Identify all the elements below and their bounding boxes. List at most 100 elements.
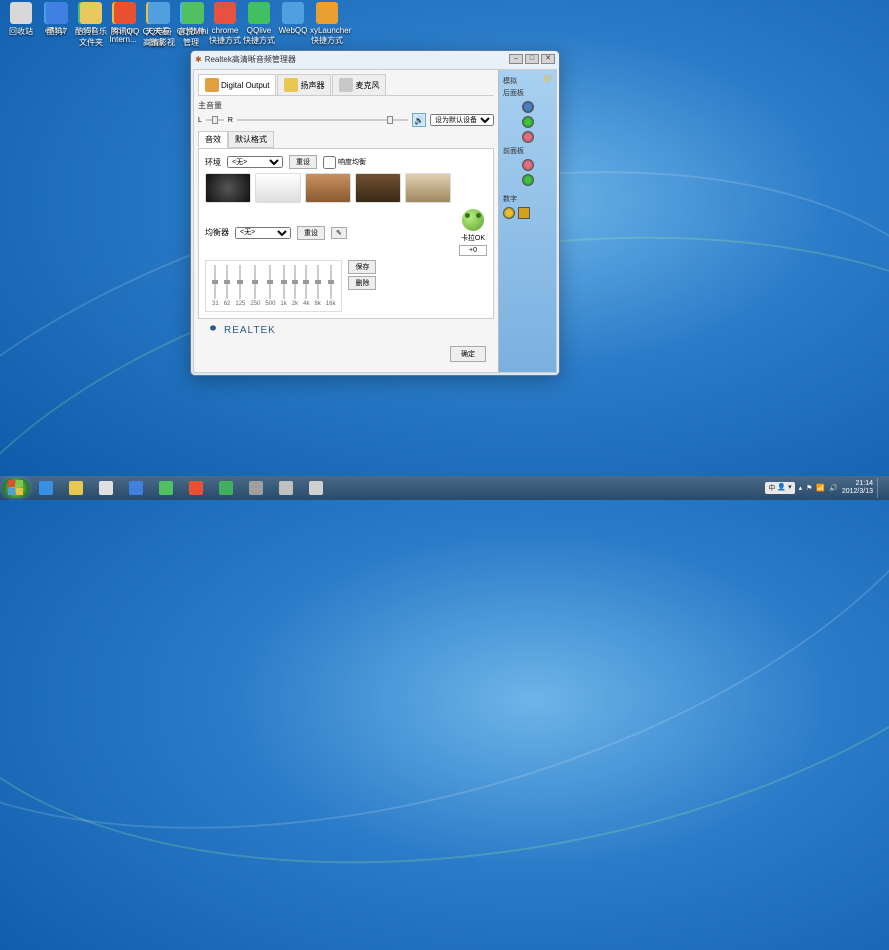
desktop-icon[interactable]: 腾讯QQ xyxy=(108,2,142,37)
minimize-button[interactable]: ‒ xyxy=(509,54,523,64)
equalizer-bands: 31621252505001k2k4k8k16k xyxy=(205,260,342,312)
eq-band-slider[interactable] xyxy=(283,265,285,299)
eq-band-slider[interactable] xyxy=(254,265,256,299)
taskbar-pin[interactable] xyxy=(272,478,300,498)
optical-jack[interactable] xyxy=(518,207,530,219)
subtab-default-format[interactable]: 默认格式 xyxy=(228,131,274,148)
karaoke-section: 卡拉OK +0 xyxy=(459,209,487,256)
eq-band-label: 125 xyxy=(235,301,245,307)
environment-preset[interactable] xyxy=(305,173,351,203)
tab-icon xyxy=(339,78,353,92)
equalizer-select[interactable]: <无> xyxy=(235,227,291,239)
karaoke-icon xyxy=(462,209,484,231)
default-device-select[interactable]: 设为默认设备 xyxy=(430,114,494,126)
desktop-icon[interactable]: QQlive 快捷方式 xyxy=(242,2,276,46)
taskbar-pin[interactable] xyxy=(92,478,120,498)
show-desktop-button[interactable] xyxy=(877,478,883,498)
desktop-icon[interactable]: WebQQ xyxy=(276,2,310,35)
eq-band-label: 4k xyxy=(303,301,309,307)
equalizer-reset-button[interactable]: 重设 xyxy=(297,226,325,240)
desktop-icon[interactable]: 酷狗7 xyxy=(40,2,74,37)
brand: REALTEK xyxy=(198,319,494,341)
eq-band-label: 250 xyxy=(250,301,260,307)
audio-jack[interactable] xyxy=(522,101,534,113)
volume-slider[interactable] xyxy=(237,119,408,121)
window-title: Realtek高清晰音频管理器 xyxy=(205,54,296,65)
device-tab[interactable]: 麦克风 xyxy=(332,74,386,95)
eq-band-label: 8k xyxy=(314,301,320,307)
eq-band-slider[interactable] xyxy=(317,265,319,299)
device-tab[interactable]: Digital Output xyxy=(198,74,276,95)
eq-band-slider[interactable] xyxy=(239,265,241,299)
equalizer-toggle-button[interactable]: ✎ xyxy=(331,227,347,239)
desktop-icon[interactable]: 回收站 xyxy=(4,2,38,37)
ok-button[interactable]: 确定 xyxy=(450,346,486,362)
eq-band-slider[interactable] xyxy=(214,265,216,299)
front-panel-label: 前面板 xyxy=(503,146,552,156)
maximize-button[interactable]: □ xyxy=(525,54,539,64)
taskbar-pin[interactable] xyxy=(242,478,270,498)
desktop-icon[interactable]: chrome 快捷方式 xyxy=(208,2,242,46)
device-tab[interactable]: 扬声器 xyxy=(277,74,331,95)
taskbar: 中👤▾ ▴ ⚑ 📶 🔊 21:14 2012/3/13 xyxy=(0,476,889,500)
eq-band-label: 62 xyxy=(224,301,231,307)
desktop-icon[interactable]: 天天看·高清影视 xyxy=(142,2,176,48)
tray-network-icon[interactable]: 📶 xyxy=(816,484,825,492)
eq-band-label: 500 xyxy=(265,301,275,307)
taskbar-pin[interactable] xyxy=(122,478,150,498)
tray-flag-icon[interactable]: ⚑ xyxy=(806,484,812,492)
start-button[interactable] xyxy=(2,478,30,498)
device-tabs: Digital Output扬声器麦克风 xyxy=(198,74,494,96)
clock[interactable]: 21:14 2012/3/13 xyxy=(842,480,873,495)
eq-band-slider[interactable] xyxy=(294,265,296,299)
crab-icon: ✱ xyxy=(195,55,202,64)
balance-left-label: L xyxy=(198,117,202,124)
eq-band-slider[interactable] xyxy=(226,265,228,299)
eq-band-slider[interactable] xyxy=(269,265,271,299)
desktop-icon[interactable]: xyLauncher 快捷方式 xyxy=(310,2,344,46)
user-icon: 👤 xyxy=(777,483,786,493)
environment-select[interactable]: <无> xyxy=(227,156,283,168)
digital-jack[interactable] xyxy=(503,207,515,219)
audio-jack[interactable] xyxy=(522,116,534,128)
taskbar-pin[interactable] xyxy=(212,478,240,498)
balance-right-label: R xyxy=(228,117,233,124)
desktop-icon[interactable]: 酷狗音乐文件夹 xyxy=(74,2,108,48)
audio-jack[interactable] xyxy=(522,174,534,186)
close-button[interactable]: ✕ xyxy=(541,54,555,64)
titlebar[interactable]: ✱ Realtek高清晰音频管理器 ‒ □ ✕ xyxy=(191,51,559,67)
environment-preset[interactable] xyxy=(355,173,401,203)
settings-icon[interactable]: ⚙ xyxy=(543,74,552,85)
taskbar-pin[interactable] xyxy=(62,478,90,498)
desktop-icon[interactable]: 音悦Mini xyxy=(176,2,210,37)
taskbar-pin[interactable] xyxy=(152,478,180,498)
back-panel-label: 后面板 xyxy=(503,88,552,98)
realtek-crab-icon xyxy=(206,323,220,337)
audio-jack[interactable] xyxy=(522,159,534,171)
system-tray: 中👤▾ ▴ ⚑ 📶 🔊 21:14 2012/3/13 xyxy=(765,478,887,498)
mute-button[interactable]: 🔊 xyxy=(412,113,426,127)
environment-preset[interactable] xyxy=(205,173,251,203)
language-indicator[interactable]: 中👤▾ xyxy=(765,482,794,494)
loudness-checkbox[interactable]: 响度均衡 xyxy=(323,156,366,169)
eq-band-slider[interactable] xyxy=(305,265,307,299)
tray-volume-icon[interactable]: 🔊 xyxy=(829,484,838,492)
equalizer-save-button[interactable]: 保存 xyxy=(348,260,376,274)
taskbar-pin[interactable] xyxy=(302,478,330,498)
karaoke-pitch-spinner[interactable]: +0 xyxy=(459,245,487,256)
environment-preset[interactable] xyxy=(255,173,301,203)
balance-slider[interactable] xyxy=(206,119,224,121)
eq-band-slider[interactable] xyxy=(330,265,332,299)
karaoke-label: 卡拉OK xyxy=(461,233,485,243)
taskbar-pin[interactable] xyxy=(182,478,210,498)
desktop-col-2: 酷狗7酷狗音乐文件夹腾讯QQ天天看·高清影视音悦Mini xyxy=(40,2,210,52)
audio-jack[interactable] xyxy=(522,131,534,143)
subtab-effects[interactable]: 音效 xyxy=(198,131,228,148)
tray-up-icon[interactable]: ▴ xyxy=(799,484,803,492)
digital-label: 数字 xyxy=(503,194,552,204)
equalizer-delete-button[interactable]: 删除 xyxy=(348,276,376,290)
master-volume-label: 主音量 xyxy=(198,100,494,111)
environment-reset-button[interactable]: 重设 xyxy=(289,155,317,169)
environment-preset[interactable] xyxy=(405,173,451,203)
taskbar-pin[interactable] xyxy=(32,478,60,498)
